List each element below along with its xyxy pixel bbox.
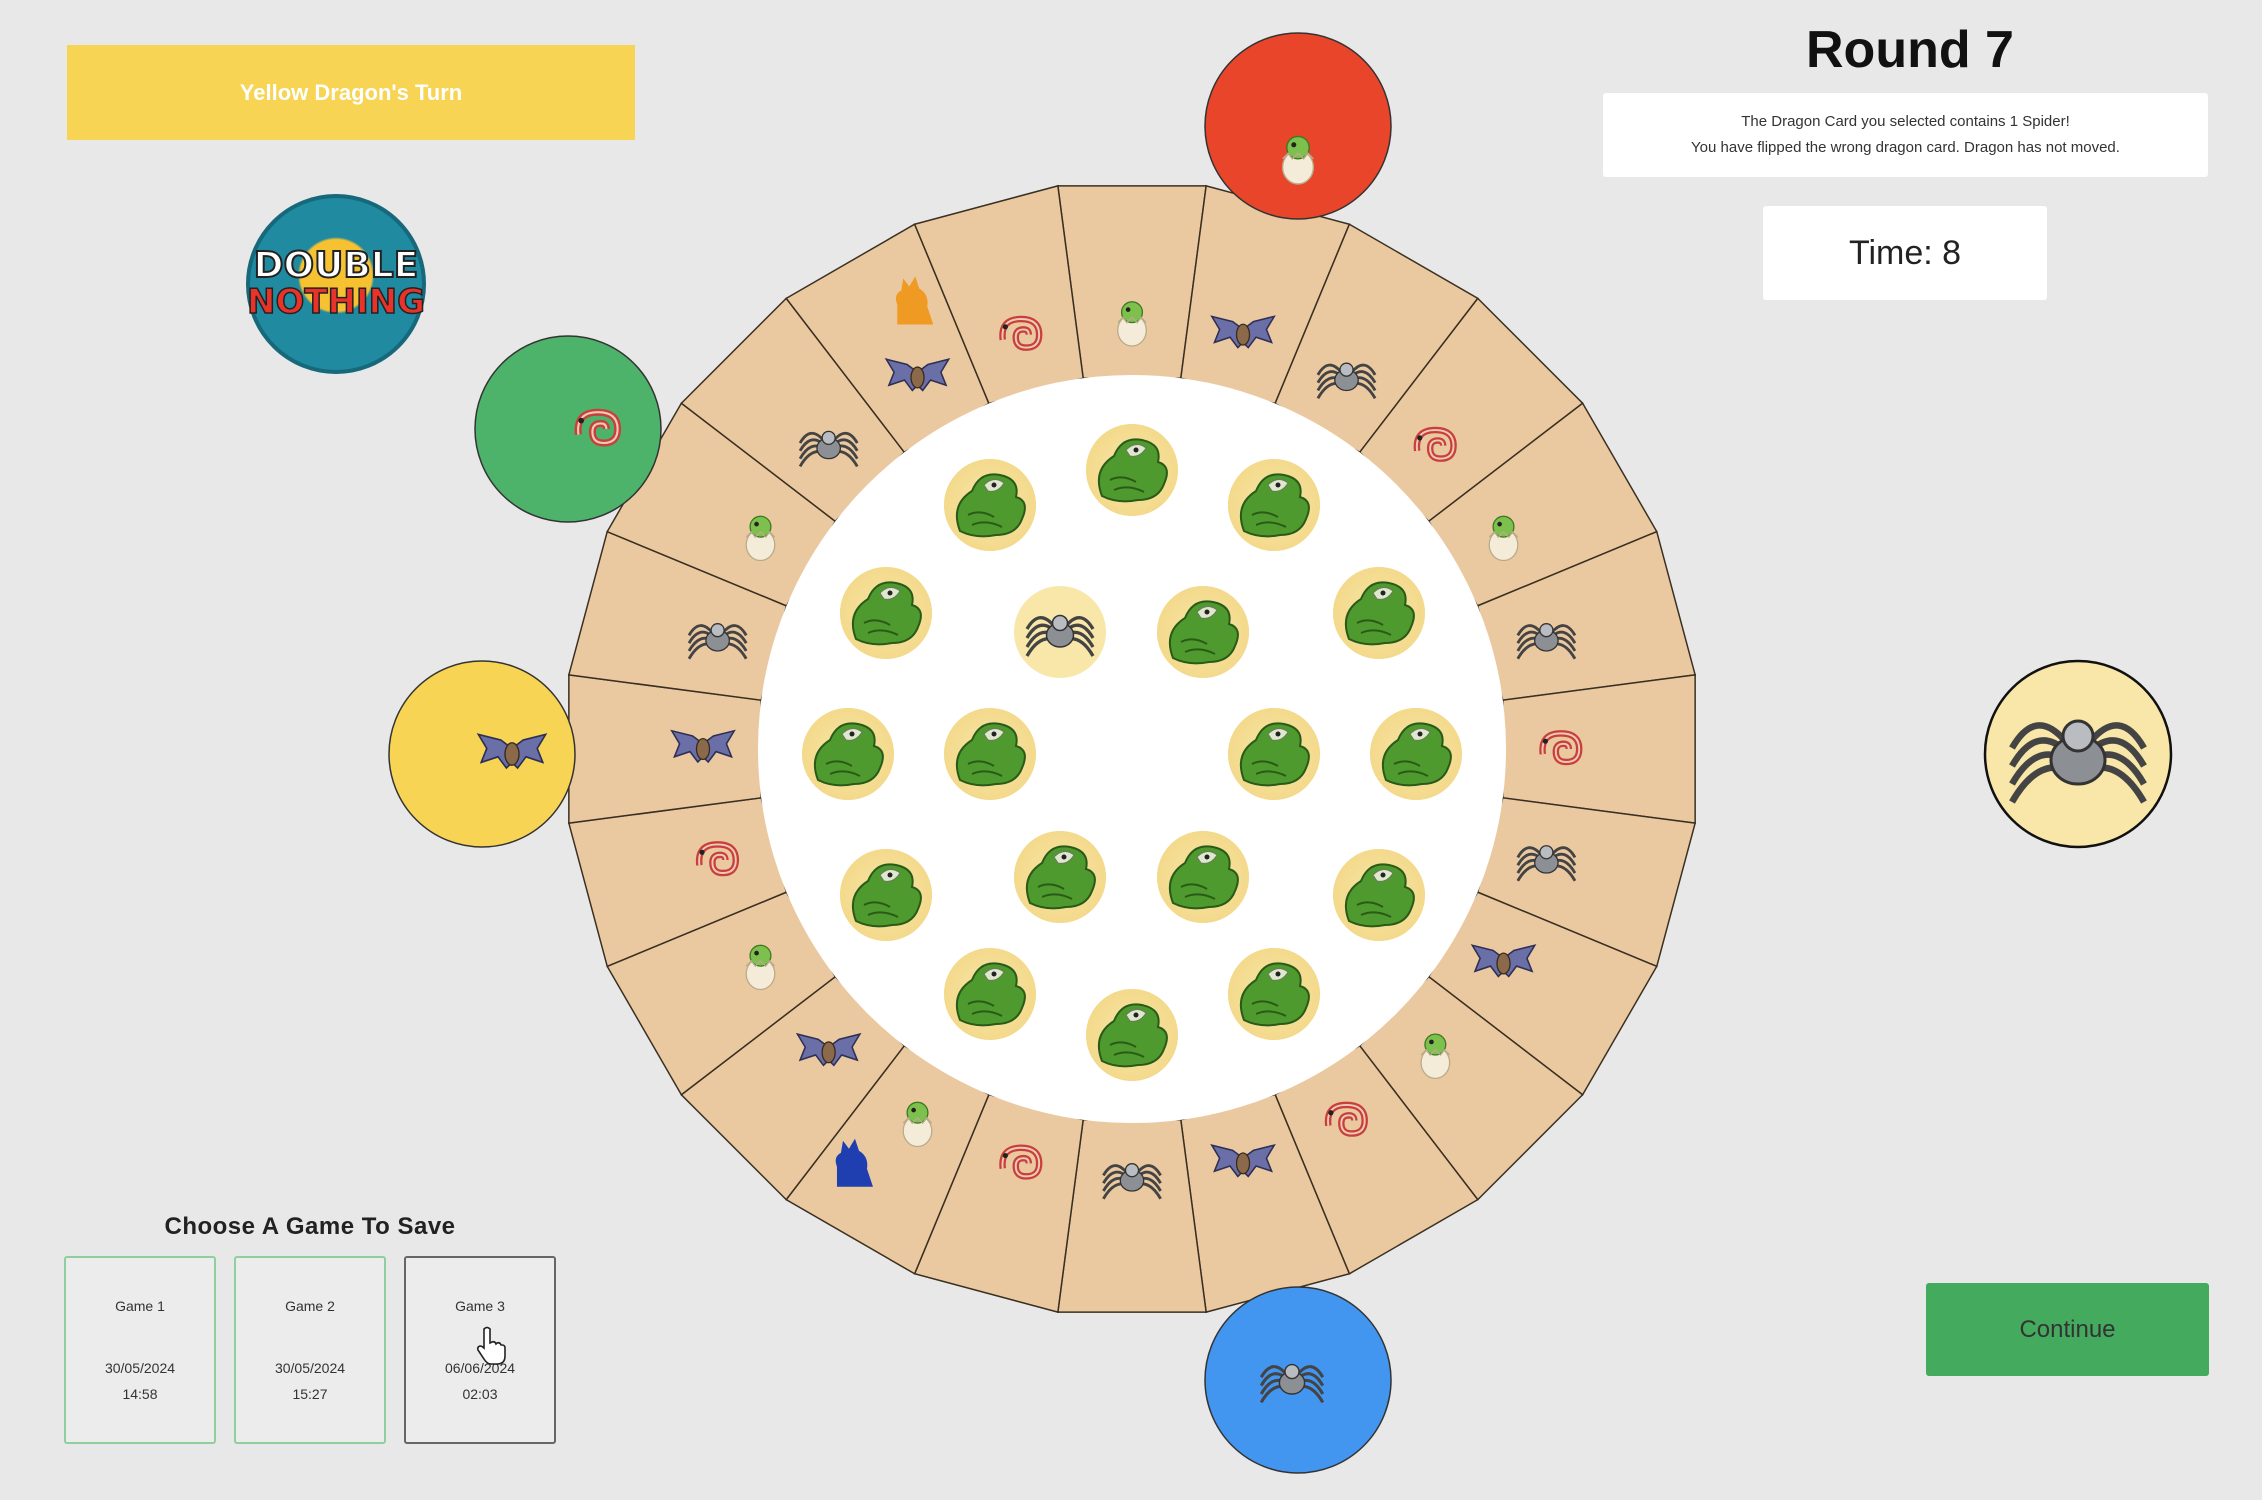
message-line-2: You have flipped the wrong dragon card. …	[1691, 139, 2120, 156]
dragon-card-icon	[1086, 989, 1178, 1081]
center-card[interactable]	[1086, 989, 1178, 1081]
green-cave[interactable]	[474, 335, 662, 523]
dragon-card-icon	[1157, 586, 1249, 678]
message-line-1: The Dragon Card you selected contains 1 …	[1741, 113, 2070, 130]
red-cave[interactable]	[1204, 32, 1392, 220]
egg-icon	[745, 944, 776, 991]
center-card[interactable]	[1157, 831, 1249, 923]
save-slot-name: Game 1	[115, 1298, 165, 1314]
hand-cursor-icon	[476, 1326, 506, 1365]
dragon-card-icon	[802, 708, 894, 800]
egg-icon	[1420, 1033, 1451, 1079]
dragon-card-icon	[1228, 459, 1320, 551]
dragon-card-icon	[1014, 831, 1106, 923]
save-slot-name: Game 2	[285, 1298, 335, 1314]
blue-cave[interactable]	[1204, 1286, 1392, 1474]
center-card[interactable]	[1086, 424, 1178, 516]
dragon-card-icon	[1086, 424, 1178, 516]
continue-button[interactable]: Continue	[1926, 1283, 2209, 1376]
center-card[interactable]	[1228, 459, 1320, 551]
dragon-card-icon	[840, 849, 932, 941]
revealed-card	[1983, 659, 2173, 849]
dragon-card-icon	[1157, 831, 1249, 923]
save-slot-game-2[interactable]: Game 2 30/05/2024 15:27	[234, 1256, 386, 1444]
save-section-title: Choose A Game To Save	[164, 1213, 456, 1240]
save-slot-time: 15:27	[292, 1386, 328, 1402]
save-slot-game-1[interactable]: Game 1 30/05/2024 14:58	[64, 1256, 216, 1444]
egg-icon	[1117, 301, 1147, 347]
message-box: The Dragon Card you selected contains 1 …	[1603, 93, 2208, 177]
dragon-card-icon	[944, 459, 1036, 551]
center-card[interactable]	[944, 708, 1036, 800]
save-slot-date: 30/05/2024	[104, 1360, 176, 1376]
center-card[interactable]	[1014, 831, 1106, 923]
center-card[interactable]	[840, 567, 932, 659]
dragon-card-icon	[944, 948, 1036, 1040]
save-slot-name: Game 3	[455, 1298, 505, 1314]
dragon-card-icon	[1228, 708, 1320, 800]
dragon-card-icon	[1228, 948, 1320, 1040]
center-card[interactable]	[1370, 708, 1462, 800]
dragon-card-icon	[1370, 708, 1462, 800]
center-card[interactable]	[1014, 586, 1106, 678]
center-card[interactable]	[1157, 586, 1249, 678]
save-slot-time: 02:03	[462, 1386, 498, 1402]
egg-icon	[745, 515, 776, 562]
save-slot-time: 14:58	[122, 1386, 158, 1402]
dragon-card-icon	[1333, 567, 1425, 659]
yellow-cave[interactable]	[388, 660, 576, 848]
center-card[interactable]	[944, 459, 1036, 551]
center-card[interactable]	[1228, 948, 1320, 1040]
egg-icon	[1281, 135, 1315, 185]
dragon-card-icon	[840, 567, 932, 659]
egg-icon	[902, 1101, 933, 1148]
round-title: Round 7	[1806, 21, 2014, 79]
save-slot-date: 30/05/2024	[274, 1360, 346, 1376]
center-card[interactable]	[944, 948, 1036, 1040]
center-card[interactable]	[1228, 708, 1320, 800]
center-card[interactable]	[1333, 849, 1425, 941]
center-card[interactable]	[840, 849, 932, 941]
center-card[interactable]	[802, 708, 894, 800]
dragon-card-icon	[1333, 849, 1425, 941]
center-card[interactable]	[1333, 567, 1425, 659]
timer-display: Time: 8	[1763, 206, 2047, 300]
dragon-card-icon	[944, 708, 1036, 800]
egg-icon	[1488, 515, 1519, 562]
